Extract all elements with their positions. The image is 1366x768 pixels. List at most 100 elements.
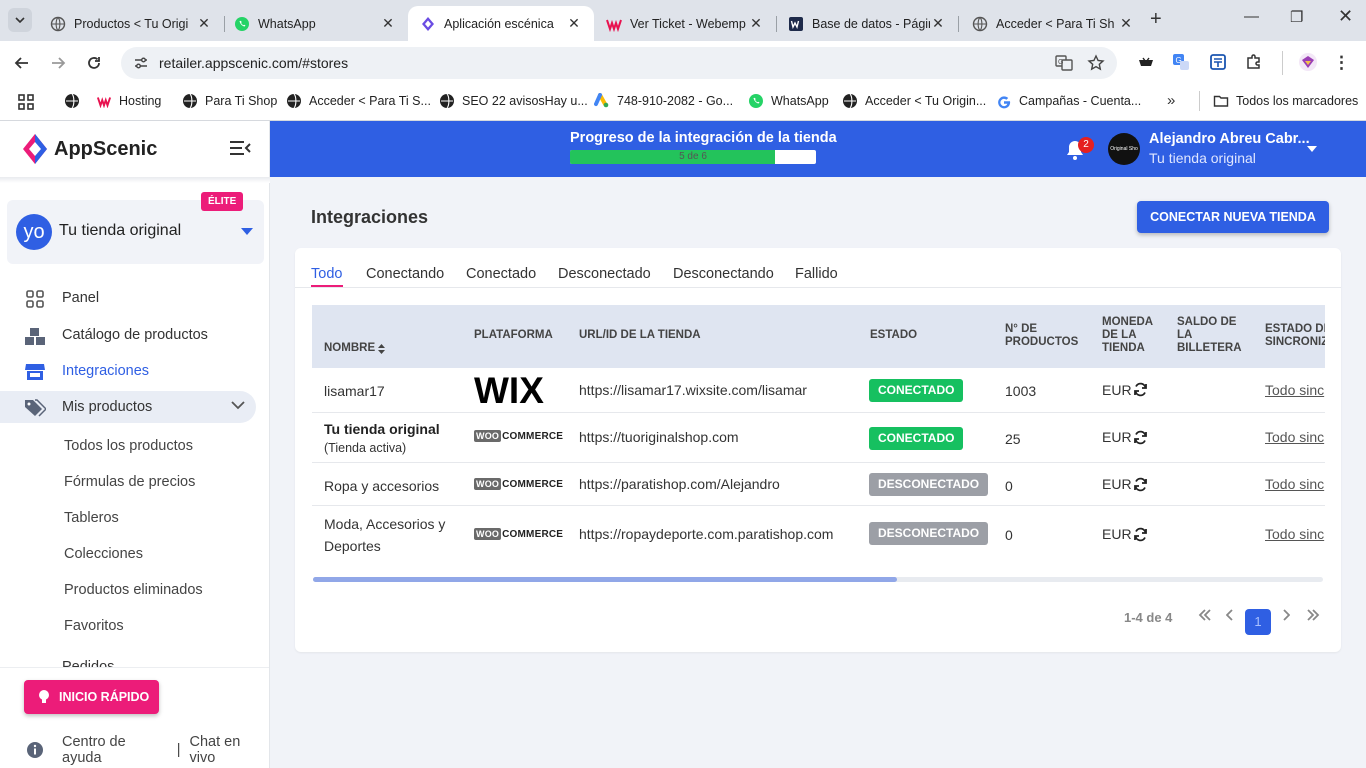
- active-tab-underline: [311, 285, 343, 287]
- reload-button[interactable]: [84, 53, 104, 73]
- subnav-price-formulas[interactable]: Fórmulas de precios: [64, 474, 195, 490]
- sync-status-link[interactable]: Todo sinc: [1265, 526, 1324, 542]
- tab-connecting[interactable]: Conectando: [366, 266, 444, 282]
- tab-failed[interactable]: Fallido: [795, 266, 838, 282]
- first-page-button[interactable]: [1198, 609, 1212, 621]
- browser-tab[interactable]: Ver Ticket - Webemp ✕: [594, 6, 777, 41]
- subnav-favorites[interactable]: Favoritos: [64, 618, 124, 634]
- user-menu-caret-icon[interactable]: [1307, 146, 1317, 152]
- next-page-button[interactable]: [1282, 609, 1290, 621]
- omnibox[interactable]: retailer.appscenic.com/#stores G: [121, 47, 1117, 79]
- nav-item-orders[interactable]: Pedidos: [0, 651, 270, 667]
- new-tab-button[interactable]: +: [1150, 8, 1162, 31]
- extension-puzzle-box-icon[interactable]: [1209, 53, 1227, 71]
- close-icon[interactable]: ✕: [380, 15, 396, 32]
- tab-disconnected[interactable]: Desconectado: [558, 266, 651, 282]
- extension-icon[interactable]: [1137, 54, 1155, 72]
- apps-grid-icon[interactable]: [18, 94, 34, 110]
- all-bookmarks-folder[interactable]: Todos los marcadores: [1213, 93, 1358, 109]
- browser-tab[interactable]: Productos < Tu Origi ✕: [38, 6, 225, 41]
- bookmark-item[interactable]: Campañas - Cuenta...: [996, 93, 1141, 109]
- tags-icon: [24, 397, 46, 419]
- site-settings-icon[interactable]: [133, 55, 149, 71]
- brand-logo[interactable]: AppScenic: [22, 133, 157, 165]
- sync-status-link[interactable]: Todo sinc: [1265, 429, 1324, 445]
- table-row[interactable]: Ropa y accesorios WOO COMMERCE https://pa…: [312, 463, 1325, 506]
- tab-title: Ver Ticket - Webemp: [630, 16, 746, 31]
- bookmark-item[interactable]: WhatsApp: [748, 93, 829, 109]
- previous-page-button[interactable]: [1226, 609, 1234, 621]
- sync-refresh-icon[interactable]: [1133, 477, 1148, 492]
- quick-start-button[interactable]: INICIO RÁPIDO: [24, 680, 160, 714]
- browser-tab[interactable]: Acceder < Para Ti Sh ✕: [960, 6, 1146, 41]
- subnav-deleted-products[interactable]: Productos eliminados: [64, 582, 203, 598]
- live-chat-link[interactable]: Chat en vivo: [190, 734, 269, 766]
- help-center-link[interactable]: Centro de ayuda: [62, 734, 168, 766]
- user-avatar[interactable]: Original Sho: [1108, 133, 1140, 165]
- subnav-all-products[interactable]: Todos los productos: [64, 438, 193, 454]
- top-bar: Progreso de la integración de la tienda …: [270, 121, 1366, 177]
- filter-tabs: Todo Conectando Conectado Desconectado D…: [295, 248, 1341, 288]
- column-status: ESTADO: [870, 329, 918, 341]
- translate-extension-icon[interactable]: G: [1172, 53, 1190, 71]
- bookmark-star-icon[interactable]: [1087, 54, 1105, 72]
- bookmark-item[interactable]: Para Ti Shop: [182, 93, 277, 109]
- sync-status-link[interactable]: Todo sinc: [1265, 382, 1324, 398]
- tab-connected[interactable]: Conectado: [466, 266, 536, 282]
- close-icon[interactable]: ✕: [566, 15, 582, 32]
- more-bookmarks-icon[interactable]: »: [1167, 92, 1175, 109]
- bookmark-item[interactable]: Acceder < Para Ti S...: [286, 93, 431, 109]
- column-name[interactable]: NOMBRE: [324, 342, 386, 355]
- bookmark-item[interactable]: SEO 22 avisosHay u...: [439, 93, 588, 109]
- current-page-button[interactable]: 1: [1245, 609, 1271, 635]
- store-integration-progress: Progreso de la integración de la tienda …: [570, 130, 837, 164]
- last-page-button[interactable]: [1306, 609, 1320, 621]
- nav-item-my-products[interactable]: Mis productos: [0, 391, 256, 423]
- minimize-button[interactable]: —: [1244, 8, 1259, 25]
- bookmark-item[interactable]: 748-910-2082 - Go...: [594, 93, 733, 109]
- scrollbar-thumb[interactable]: [313, 577, 897, 582]
- nav-item-catalog[interactable]: Catálogo de productos: [0, 319, 270, 351]
- tab-all[interactable]: Todo: [311, 266, 342, 282]
- bookmark-item[interactable]: [64, 93, 87, 109]
- tab-search-button[interactable]: [8, 8, 32, 32]
- collapse-menu-icon[interactable]: [229, 140, 251, 156]
- store-avatar: yo: [16, 214, 52, 250]
- elite-badge: ÉLITE: [201, 192, 244, 211]
- nav-label: Pedidos: [62, 659, 115, 667]
- translate-icon[interactable]: G: [1055, 54, 1073, 72]
- close-icon[interactable]: ✕: [748, 15, 764, 32]
- sync-status-link[interactable]: Todo sinc: [1265, 476, 1324, 492]
- nav-item-integrations[interactable]: Integraciones: [0, 355, 270, 387]
- browser-tab-active[interactable]: Aplicación escénica ✕: [408, 6, 594, 41]
- back-button[interactable]: [12, 53, 32, 73]
- connect-new-store-button[interactable]: CONECTAR NUEVA TIENDA: [1137, 201, 1329, 233]
- subnav-collections[interactable]: Colecciones: [64, 546, 143, 562]
- horizontal-scrollbar[interactable]: [313, 577, 1323, 582]
- nav-item-panel[interactable]: Panel: [0, 282, 270, 314]
- close-icon[interactable]: ✕: [196, 15, 212, 32]
- subnav-boards[interactable]: Tableros: [64, 510, 119, 526]
- user-name[interactable]: Alejandro Abreu Cabr...: [1149, 131, 1310, 147]
- extensions-puzzle-icon[interactable]: [1245, 53, 1263, 71]
- main-content: Integraciones CONECTAR NUEVA TIENDA Todo…: [270, 177, 1366, 768]
- browser-tab[interactable]: WhatsApp ✕: [222, 6, 408, 41]
- close-icon[interactable]: ✕: [930, 15, 946, 32]
- table-row[interactable]: Moda, Accesorios y Deportes WOO COMMERCE …: [312, 506, 1325, 561]
- close-icon[interactable]: ✕: [1118, 15, 1134, 32]
- store-url: https://lisamar17.wixsite.com/lisamar: [579, 382, 807, 398]
- sync-refresh-icon[interactable]: [1133, 382, 1148, 397]
- bookmark-item[interactable]: Hosting: [96, 93, 161, 109]
- sync-refresh-icon[interactable]: [1133, 527, 1148, 542]
- table-row[interactable]: Tu tienda original (Tienda activa) WOO CO…: [312, 413, 1325, 463]
- menu-kebab-icon[interactable]: ⋮: [1333, 53, 1350, 73]
- browser-tab[interactable]: Base de datos - Págir ✕: [776, 6, 959, 41]
- profile-icon[interactable]: [1298, 52, 1318, 72]
- sync-refresh-icon[interactable]: [1133, 430, 1148, 445]
- forward-button[interactable]: [48, 53, 68, 73]
- bookmark-item[interactable]: Acceder < Tu Origin...: [842, 93, 986, 109]
- tab-disconnecting[interactable]: Desconectando: [673, 266, 774, 282]
- table-row[interactable]: lisamar17 WIX https://lisamar17.wixsite.…: [312, 368, 1325, 413]
- close-window-button[interactable]: ✕: [1338, 6, 1353, 27]
- restore-button[interactable]: ❐: [1290, 8, 1303, 26]
